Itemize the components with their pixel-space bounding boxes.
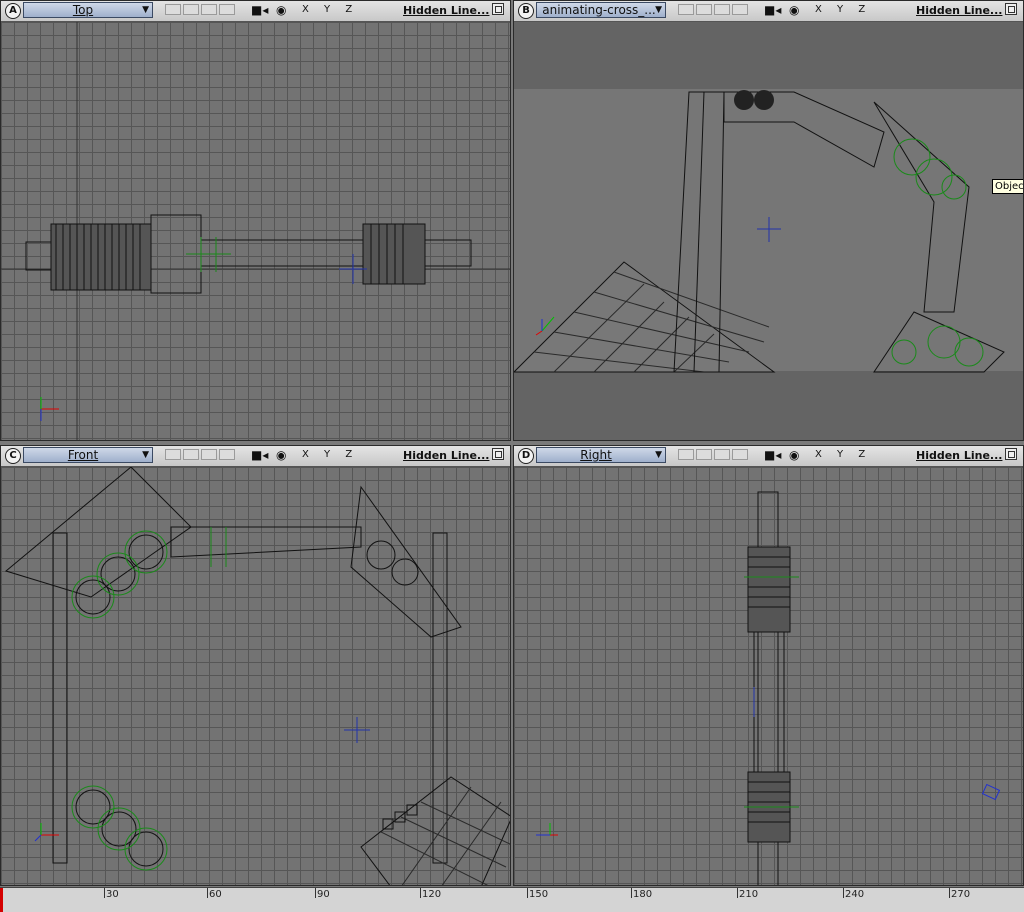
chevron-down-icon: ▼ bbox=[142, 450, 149, 460]
eye-icon[interactable]: ◉ bbox=[276, 3, 286, 17]
viewport-label-badge: C bbox=[5, 448, 21, 464]
bookmark-slots[interactable] bbox=[678, 449, 750, 461]
display-mode-menu[interactable]: Hidden Line... bbox=[916, 449, 1002, 462]
timeline-tick-label: 30 bbox=[106, 889, 119, 900]
bookmark-slots[interactable] bbox=[678, 4, 750, 16]
camera-selector[interactable]: animating-cross_... ▼ bbox=[536, 2, 666, 18]
maximize-icon[interactable] bbox=[492, 3, 504, 15]
maximize-icon[interactable] bbox=[492, 448, 504, 460]
axis-gizmo-icon bbox=[33, 393, 63, 423]
viewport-c-front[interactable]: C Front ▼ ■◂ ◉ X Y Z Hidden Line... bbox=[0, 445, 511, 886]
timeline-tick-label: 270 bbox=[951, 889, 971, 900]
axis-toggles[interactable]: X Y Z bbox=[815, 4, 871, 15]
maximize-icon[interactable] bbox=[1005, 3, 1017, 15]
axis-gizmo-icon bbox=[532, 313, 562, 343]
camera-icon[interactable]: ■◂ bbox=[251, 3, 268, 17]
camera-selector[interactable]: Right ▼ bbox=[536, 447, 666, 463]
viewport-d-right[interactable]: D Right ▼ ■◂ ◉ X Y Z Hidden Line... bbox=[513, 445, 1024, 886]
display-mode-menu[interactable]: Hidden Line... bbox=[403, 4, 489, 17]
chevron-down-icon: ▼ bbox=[655, 450, 662, 460]
timeline-tick-label: 180 bbox=[633, 889, 653, 900]
playhead[interactable] bbox=[0, 888, 3, 912]
timeline-tick-label: 210 bbox=[739, 889, 759, 900]
viewport-header: A Top ▼ ■◂ ◉ X Y Z Hidden Line... bbox=[1, 1, 510, 22]
camera-selector[interactable]: Top ▼ bbox=[23, 2, 153, 18]
axis-gizmo-icon bbox=[532, 819, 562, 849]
timeline-tick-label: 150 bbox=[529, 889, 549, 900]
timeline-tick-label: 120 bbox=[422, 889, 442, 900]
viewport-label-badge: A bbox=[5, 3, 21, 19]
display-mode-menu[interactable]: Hidden Line... bbox=[916, 4, 1002, 17]
axis-toggles[interactable]: X Y Z bbox=[302, 449, 358, 460]
timeline-tick-label: 240 bbox=[845, 889, 865, 900]
camera-selector[interactable]: Front ▼ bbox=[23, 447, 153, 463]
viewport-a-top[interactable]: A Top ▼ ■◂ ◉ X Y Z Hidden Line... bbox=[0, 0, 511, 441]
chevron-down-icon: ▼ bbox=[142, 5, 149, 15]
chevron-down-icon: ▼ bbox=[655, 5, 662, 15]
camera-icon[interactable]: ■◂ bbox=[764, 3, 781, 17]
timeline-tick-label: 60 bbox=[209, 889, 222, 900]
eye-icon[interactable]: ◉ bbox=[789, 448, 799, 462]
timeline-ruler[interactable]: 30 60 90 120 150 180 210 240 270 bbox=[0, 887, 1024, 912]
viewport-header: C Front ▼ ■◂ ◉ X Y Z Hidden Line... bbox=[1, 446, 510, 467]
viewport-header: D Right ▼ ■◂ ◉ X Y Z Hidden Line... bbox=[514, 446, 1023, 467]
bookmark-slots[interactable] bbox=[165, 449, 237, 461]
viewport-b-camera[interactable]: Object B animating-cross_...▼ ■◂ ◉ X Y Z… bbox=[513, 0, 1024, 441]
viewport-label-badge: D bbox=[518, 448, 534, 464]
axis-toggles[interactable]: X Y Z bbox=[815, 449, 871, 460]
axis-toggles[interactable]: X Y Z bbox=[302, 4, 358, 15]
top-view-wireframe bbox=[1, 22, 510, 440]
front-view-wireframe bbox=[4, 467, 510, 885]
maximize-icon[interactable] bbox=[1005, 448, 1017, 460]
axis-gizmo-icon bbox=[33, 819, 63, 849]
viewport-header: B animating-cross_... ▼ ■◂ ◉ X Y Z Hidden… bbox=[514, 1, 1023, 22]
perspective-view-wireframe bbox=[514, 22, 1023, 440]
right-view-wireframe bbox=[744, 491, 1001, 885]
camera-icon[interactable]: ■◂ bbox=[764, 448, 781, 462]
viewport-label-badge: B bbox=[518, 3, 534, 19]
camera-icon[interactable]: ■◂ bbox=[251, 448, 268, 462]
object-tooltip: Object bbox=[992, 179, 1023, 194]
bookmark-slots[interactable] bbox=[165, 4, 237, 16]
eye-icon[interactable]: ◉ bbox=[276, 448, 286, 462]
eye-icon[interactable]: ◉ bbox=[789, 3, 799, 17]
display-mode-menu[interactable]: Hidden Line... bbox=[403, 449, 489, 462]
timeline-tick-label: 90 bbox=[317, 889, 330, 900]
